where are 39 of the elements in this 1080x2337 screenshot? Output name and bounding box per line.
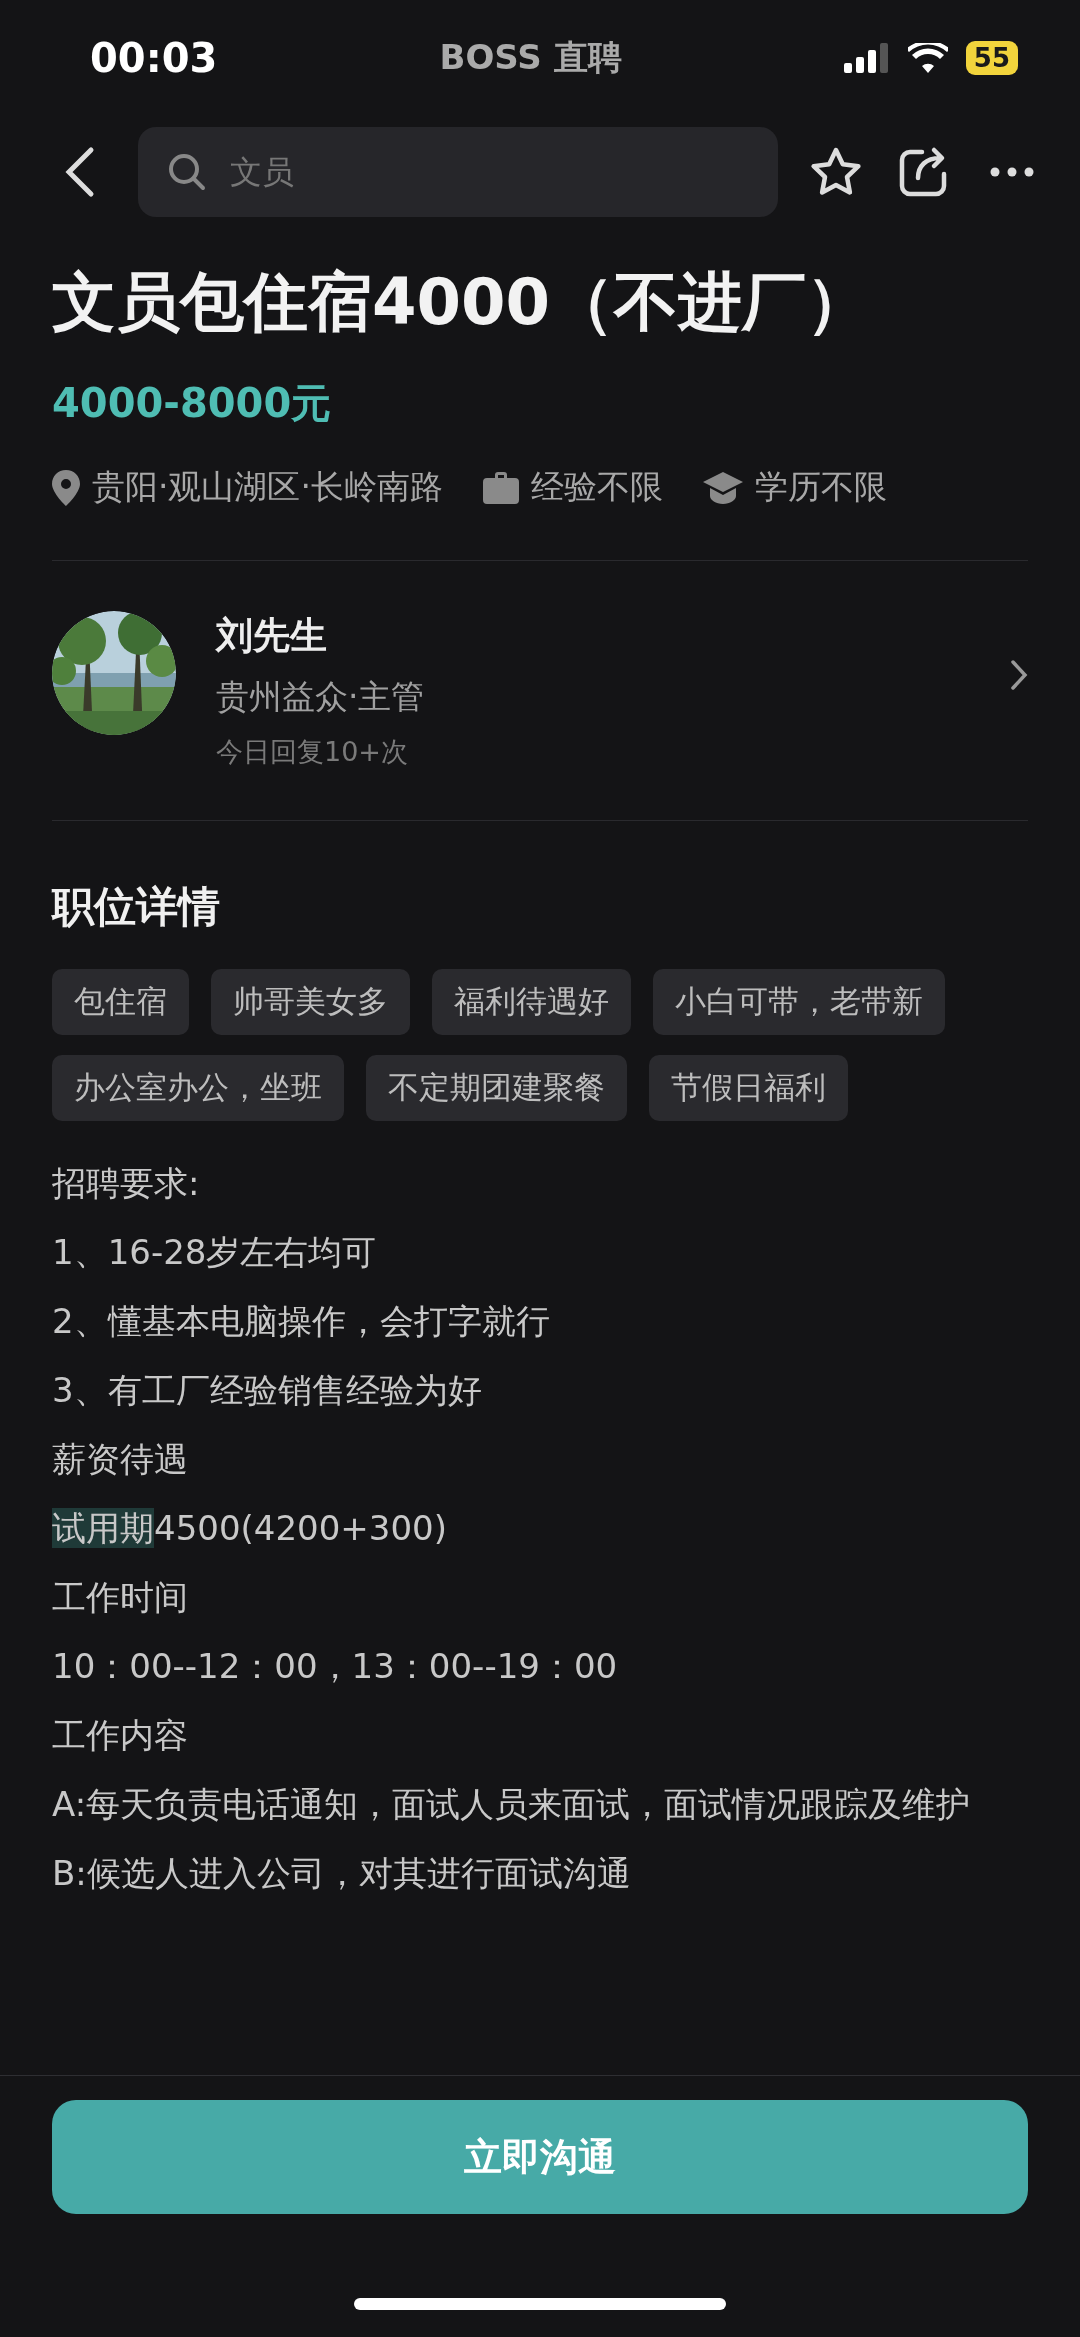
- benefit-tag: 福利待遇好: [432, 969, 631, 1035]
- search-icon: [168, 153, 206, 191]
- description-line: 薪资待遇: [52, 1438, 189, 1481]
- recruiter-company: 贵州益众·主管: [216, 676, 426, 718]
- description-line: A:每天负责电话通知，面试人员来面试，面试情况跟踪及维护: [52, 1783, 972, 1826]
- description-line: 试用期4500(4200+300): [52, 1507, 448, 1550]
- job-requirement: 经验不限: [531, 466, 663, 508]
- benefit-tag: 不定期团建聚餐: [366, 1055, 627, 1121]
- description-line: 1、16-28岁左右均可: [52, 1231, 378, 1274]
- description-line: B:候选人进入公司，对其进行面试沟通: [52, 1852, 632, 1895]
- description-line: 10：00--12：00，13：00--19：00: [52, 1645, 619, 1688]
- wifi-icon: [907, 42, 948, 73]
- benefit-tag: 包住宿: [52, 969, 189, 1035]
- job-requirement: 学历不限: [755, 466, 887, 508]
- battery-level: 55: [965, 40, 1018, 75]
- location-pin-icon: [52, 469, 80, 506]
- description-line: 招聘要求:: [52, 1162, 201, 1205]
- app-name: BOSS 直聘: [439, 35, 622, 79]
- status-time: 00:03: [90, 34, 218, 81]
- section-heading: 职位详情: [52, 881, 221, 933]
- signal-icon: [843, 42, 890, 73]
- description-line: 3、有工厂经验销售经验为好: [52, 1369, 483, 1412]
- briefcase-icon: [483, 471, 519, 504]
- job-requirement: 贵阳·观山湖区·长岭南路: [92, 466, 443, 508]
- graduation-cap-icon: [703, 471, 743, 504]
- benefit-tag: 帅哥美女多: [211, 969, 410, 1035]
- benefit-tag: 节假日福利: [649, 1055, 848, 1121]
- search-field[interactable]: 文员: [138, 127, 778, 217]
- benefit-tag: 小白可带，老带新: [653, 969, 945, 1035]
- job-title: 文员包住宿4000（不进厂）: [52, 264, 872, 341]
- recruiter-card[interactable]: 刘先生 贵州益众·主管 今日回复10+次: [52, 561, 1028, 820]
- benefit-tag: 办公室办公，坐班: [52, 1055, 344, 1121]
- description-line: 工作内容: [52, 1714, 189, 1757]
- reply-activity: 今日回复10+次: [216, 735, 409, 769]
- description-line: 工作时间: [52, 1576, 189, 1619]
- description-line: 2、懂基本电脑操作，会打字就行: [52, 1300, 551, 1343]
- recruiter-name: 刘先生: [216, 613, 328, 659]
- chevron-right-icon: [1010, 659, 1028, 691]
- salary: 4000-8000元: [52, 379, 333, 428]
